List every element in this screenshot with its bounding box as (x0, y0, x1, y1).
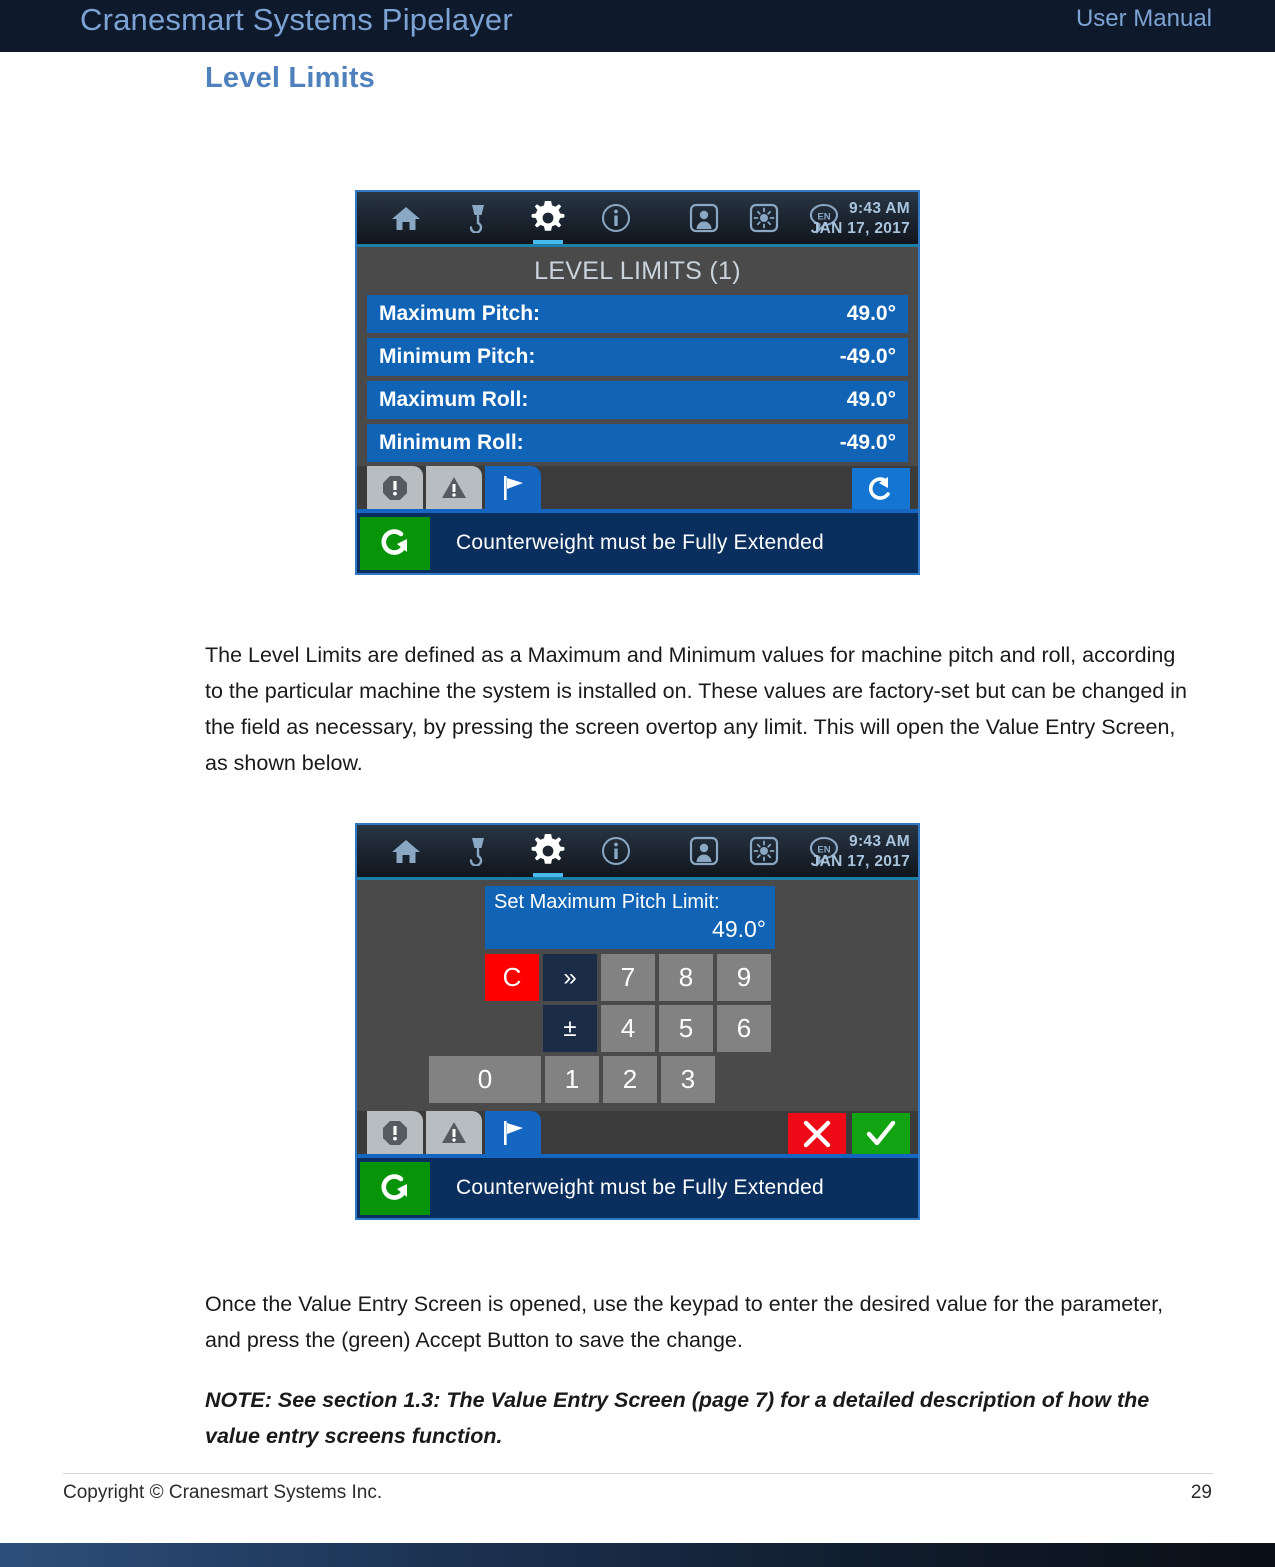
hook-icon[interactable] (455, 195, 501, 241)
flag-tab[interactable] (485, 1111, 541, 1154)
gear-icon[interactable] (525, 828, 571, 877)
device-time-2: 9:43 AM (849, 833, 910, 850)
home-icon[interactable] (383, 195, 429, 241)
max-pitch-value: 49.0° (846, 302, 896, 325)
warning-tab[interactable] (426, 466, 482, 509)
key-2[interactable]: 2 (603, 1056, 657, 1103)
table-row[interactable]: Maximum Pitch: 49.0° (367, 295, 908, 333)
paragraph-2: Once the Value Entry Screen is opened, u… (205, 1292, 1164, 1352)
keypad-row-1: C » 7 8 9 (357, 954, 918, 1001)
operator-icon[interactable] (681, 828, 727, 874)
key-spacer (485, 1005, 539, 1052)
device-nav-bar-1: EN 9:43 AM JAN 17, 2017 (357, 192, 918, 247)
hook-icon[interactable] (455, 828, 501, 874)
paragraph-1: The Level Limits are defined as a Maximu… (205, 643, 1187, 775)
status-bar-2: Counterweight must be Fully Extended (357, 1158, 918, 1218)
numeric-keypad: C » 7 8 9 ± 4 5 6 0 1 2 3 (357, 954, 918, 1103)
key-3[interactable]: 3 (661, 1056, 715, 1103)
brightness-icon[interactable] (741, 828, 787, 874)
value-entry-field[interactable]: Set Maximum Pitch Limit: 49.0° (485, 886, 775, 949)
manual-subtitle: User Manual (1075, 5, 1212, 32)
page-bottom-accent-bar (0, 1543, 1275, 1567)
max-roll-label: Maximum Roll: (379, 388, 529, 411)
footer-divider (63, 1473, 1213, 1474)
key-0[interactable]: 0 (429, 1056, 541, 1103)
key-backspace[interactable]: » (543, 954, 597, 1001)
device-bar-right-2 (788, 1113, 910, 1154)
page-header: Cranesmart Systems Pipelayer User Manual (0, 0, 1275, 52)
brightness-icon[interactable] (741, 195, 787, 241)
cancel-button[interactable] (788, 1113, 846, 1154)
device-button-bar-1 (357, 466, 918, 513)
device-bar-right-1 (852, 468, 910, 509)
level-limits-screenshot: EN 9:43 AM JAN 17, 2017 LEVEL LIMITS (1)… (355, 190, 920, 575)
warning-tab[interactable] (426, 1111, 482, 1154)
device-button-bar-2 (357, 1111, 918, 1158)
manual-title: Cranesmart Systems Pipelayer (80, 2, 513, 37)
device-date-2: JAN 17, 2017 (810, 853, 910, 870)
key-5[interactable]: 5 (659, 1005, 713, 1052)
key-plus-minus[interactable]: ± (543, 1005, 597, 1052)
status-message-2: Counterweight must be Fully Extended (456, 1176, 824, 1199)
max-roll-value: 49.0° (846, 388, 896, 411)
min-roll-value: -49.0° (839, 431, 896, 454)
key-clear[interactable]: C (485, 954, 539, 1001)
value-entry-area: Set Maximum Pitch Limit: 49.0° C » 7 8 9… (357, 880, 918, 1111)
rotation-arrow-icon (360, 1161, 430, 1215)
key-8[interactable]: 8 (659, 954, 713, 1001)
level-limits-body: LEVEL LIMITS (1) Maximum Pitch: 49.0° Mi… (357, 247, 918, 462)
value-entry-label: Set Maximum Pitch Limit: (494, 891, 720, 913)
alarm-tab[interactable] (367, 466, 423, 509)
home-icon[interactable] (383, 828, 429, 874)
table-row[interactable]: Maximum Roll: 49.0° (367, 381, 908, 419)
value-entry-value: 49.0° (712, 916, 766, 942)
info-icon[interactable] (593, 828, 639, 874)
keypad-row-2: ± 4 5 6 (357, 1005, 918, 1052)
operator-icon[interactable] (681, 195, 727, 241)
page-title: Level Limits (205, 62, 376, 94)
active-tab-indicator (533, 240, 563, 244)
key-1[interactable]: 1 (545, 1056, 599, 1103)
level-limits-screen-title: LEVEL LIMITS (1) (534, 257, 741, 285)
device-date-1: JAN 17, 2017 (810, 220, 910, 237)
key-6[interactable]: 6 (717, 1005, 771, 1052)
min-roll-label: Minimum Roll: (379, 431, 524, 454)
device-nav-bar-2: EN 9:43 AM JAN 17, 2017 (357, 825, 918, 880)
key-7[interactable]: 7 (601, 954, 655, 1001)
note-paragraph: NOTE: See section 1.3: The Value Entry S… (205, 1388, 1150, 1448)
alarm-tab[interactable] (367, 1111, 423, 1154)
min-pitch-label: Minimum Pitch: (379, 345, 536, 368)
key-4[interactable]: 4 (601, 1005, 655, 1052)
flag-tab[interactable] (485, 466, 541, 509)
device-time-1: 9:43 AM (849, 200, 910, 217)
table-row[interactable]: Minimum Roll: -49.0° (367, 424, 908, 462)
rotation-arrow-icon (360, 516, 430, 570)
footer-page-number: 29 (1190, 1482, 1212, 1503)
table-row[interactable]: Minimum Pitch: -49.0° (367, 338, 908, 376)
gear-icon[interactable] (525, 195, 571, 244)
value-entry-screenshot: EN 9:43 AM JAN 17, 2017 Set Maximum Pitc… (355, 823, 920, 1220)
status-bar-1: Counterweight must be Fully Extended (357, 513, 918, 573)
key-9[interactable]: 9 (717, 954, 771, 1001)
footer-copyright: Copyright © Cranesmart Systems Inc. (63, 1482, 383, 1503)
keypad-row-3: 0 1 2 3 (357, 1056, 918, 1103)
back-button[interactable] (852, 468, 910, 509)
device-datetime-1: 9:43 AM JAN 17, 2017 (811, 199, 910, 239)
active-tab-indicator (533, 873, 563, 877)
min-pitch-value: -49.0° (839, 345, 896, 368)
max-pitch-label: Maximum Pitch: (379, 302, 541, 325)
status-message-1: Counterweight must be Fully Extended (456, 531, 824, 554)
accept-button[interactable] (852, 1113, 910, 1154)
device-datetime-2: 9:43 AM JAN 17, 2017 (811, 832, 910, 872)
info-icon[interactable] (593, 195, 639, 241)
